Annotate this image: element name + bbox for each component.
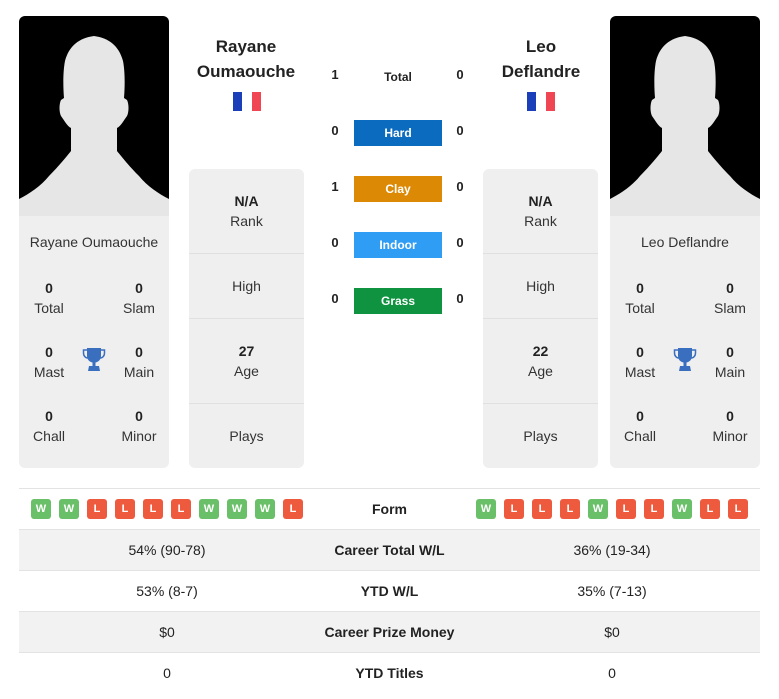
player1-titles-slam: 0 Slam [123, 280, 155, 316]
form-loss-badge[interactable]: L [532, 499, 552, 519]
player2-titles-total: 0 Total [625, 280, 655, 316]
player1-plays: Plays [229, 428, 264, 444]
player1-photo [19, 16, 169, 216]
form-loss-badge[interactable]: L [171, 499, 191, 519]
h2h-clay-p1: 1 [331, 179, 339, 194]
player2-titles-main: 0 Main [714, 344, 746, 380]
h2h-grass-p2: 0 [456, 291, 464, 306]
form-loss-badge[interactable]: L [560, 499, 580, 519]
player1-name-label: Rayane Oumaouche [29, 234, 159, 250]
form-row: WWLLLLWWWL Form WLLLWLLWLL [19, 488, 760, 529]
h2h-total-p1: 1 [331, 67, 339, 82]
form-win-badge[interactable]: W [476, 499, 496, 519]
form-win-badge[interactable]: W [588, 499, 608, 519]
h2h-hard-p1: 0 [331, 123, 339, 138]
surface-indoor-badge: Indoor [354, 232, 442, 258]
player1-rank-card: N/A Rank High 27 Age Plays [189, 169, 304, 468]
player1-title[interactable]: Rayane Oumaouche [186, 34, 306, 84]
player1-high: High [189, 254, 304, 319]
player2-rank-card: N/A Rank High 22 Age Plays [483, 169, 598, 468]
h2h-indoor-p2: 0 [456, 235, 464, 250]
h2h-total-label: Total [384, 70, 412, 84]
form-win-badge[interactable]: W [672, 499, 692, 519]
player2-career-prize-money: $0 [604, 624, 620, 640]
form-label: Form [372, 501, 407, 517]
player2-plays: Plays [523, 428, 558, 444]
form-loss-badge[interactable]: L [143, 499, 163, 519]
trophy-icon [673, 348, 697, 371]
player2-high: High [483, 254, 598, 319]
form-loss-badge[interactable]: L [87, 499, 107, 519]
player2-form: WLLLWLLWLL [464, 499, 760, 519]
player1-info-card: Rayane Oumaouche 0 Total 0 Slam 0 Mast 0… [19, 216, 169, 468]
surface-clay-badge: Clay [354, 176, 442, 202]
career-prize-money-row: $0 Career Prize Money $0 [19, 611, 760, 652]
trophy-icon [82, 348, 106, 371]
h2h-grass-p1: 0 [331, 291, 339, 306]
career-prize-money-label: Career Prize Money [324, 624, 455, 640]
h2h-hard-p2: 0 [456, 123, 464, 138]
form-loss-badge[interactable]: L [616, 499, 636, 519]
player2-title[interactable]: Leo Deflandre [481, 34, 601, 84]
form-loss-badge[interactable]: L [644, 499, 664, 519]
comparison-table: WWLLLLWWWL Form WLLLWLLWLL 54% (90-78) C… [19, 488, 760, 693]
h2h-indoor-p1: 0 [331, 235, 339, 250]
player1-titles-minor: 0 Minor [121, 408, 157, 444]
form-win-badge[interactable]: W [31, 499, 51, 519]
player2-photo [610, 16, 760, 216]
form-loss-badge[interactable]: L [283, 499, 303, 519]
player2-titles-mast: 0 Mast [624, 344, 656, 380]
player2-name-label: Leo Deflandre [641, 234, 729, 250]
avatar-silhouette-icon [610, 36, 760, 216]
form-loss-badge[interactable]: L [504, 499, 524, 519]
avatar-silhouette-icon [19, 36, 169, 216]
ytd-titles-label: YTD Titles [355, 665, 424, 681]
player1-ytd-wl: 53% (8-7) [136, 583, 198, 599]
form-win-badge[interactable]: W [199, 499, 219, 519]
player1-form: WWLLLLWWWL [19, 499, 315, 519]
player1-age: 27 Age [189, 319, 304, 404]
player1-titles-chall: 0 Chall [33, 408, 65, 444]
h2h-clay-p2: 0 [456, 179, 464, 194]
form-loss-badge[interactable]: L [115, 499, 135, 519]
player2-career-total-wl: 36% (19-34) [573, 542, 651, 558]
player2-ytd-wl: 35% (7-13) [577, 583, 647, 599]
player1-titles-mast: 0 Mast [33, 344, 65, 380]
player2-flag-icon [527, 92, 555, 111]
ytd-wl-row: 53% (8-7) YTD W/L 35% (7-13) [19, 570, 760, 611]
player2-ytd-titles: 0 [608, 665, 616, 681]
player2-rank: N/A Rank [483, 169, 598, 254]
player1-ytd-titles: 0 [163, 665, 171, 681]
player2-titles-minor: 0 Minor [712, 408, 748, 444]
player1-titles-total: 0 Total [34, 280, 64, 316]
form-loss-badge[interactable]: L [728, 499, 748, 519]
player2-titles-chall: 0 Chall [624, 408, 656, 444]
surface-hard-badge: Hard [354, 120, 442, 146]
career-total-wl-label: Career Total W/L [334, 542, 445, 558]
player2-titles-slam: 0 Slam [714, 280, 746, 316]
player1-career-prize-money: $0 [159, 624, 175, 640]
player2-info-card: Leo Deflandre 0 Total 0 Slam 0 Mast 0 Ma… [610, 216, 760, 468]
player2-age: 22 Age [483, 319, 598, 404]
player1-career-total-wl: 54% (90-78) [128, 542, 206, 558]
h2h-total-p2: 0 [456, 67, 464, 82]
player1-titles-main: 0 Main [123, 344, 155, 380]
ytd-wl-label: YTD W/L [360, 583, 419, 599]
form-win-badge[interactable]: W [59, 499, 79, 519]
ytd-titles-row: 0 YTD Titles 0 [19, 652, 760, 693]
form-win-badge[interactable]: W [255, 499, 275, 519]
surface-grass-badge: Grass [354, 288, 442, 314]
form-win-badge[interactable]: W [227, 499, 247, 519]
form-loss-badge[interactable]: L [700, 499, 720, 519]
player1-rank: N/A Rank [189, 169, 304, 254]
player1-flag-icon [233, 92, 261, 111]
career-total-wl-row: 54% (90-78) Career Total W/L 36% (19-34) [19, 529, 760, 570]
